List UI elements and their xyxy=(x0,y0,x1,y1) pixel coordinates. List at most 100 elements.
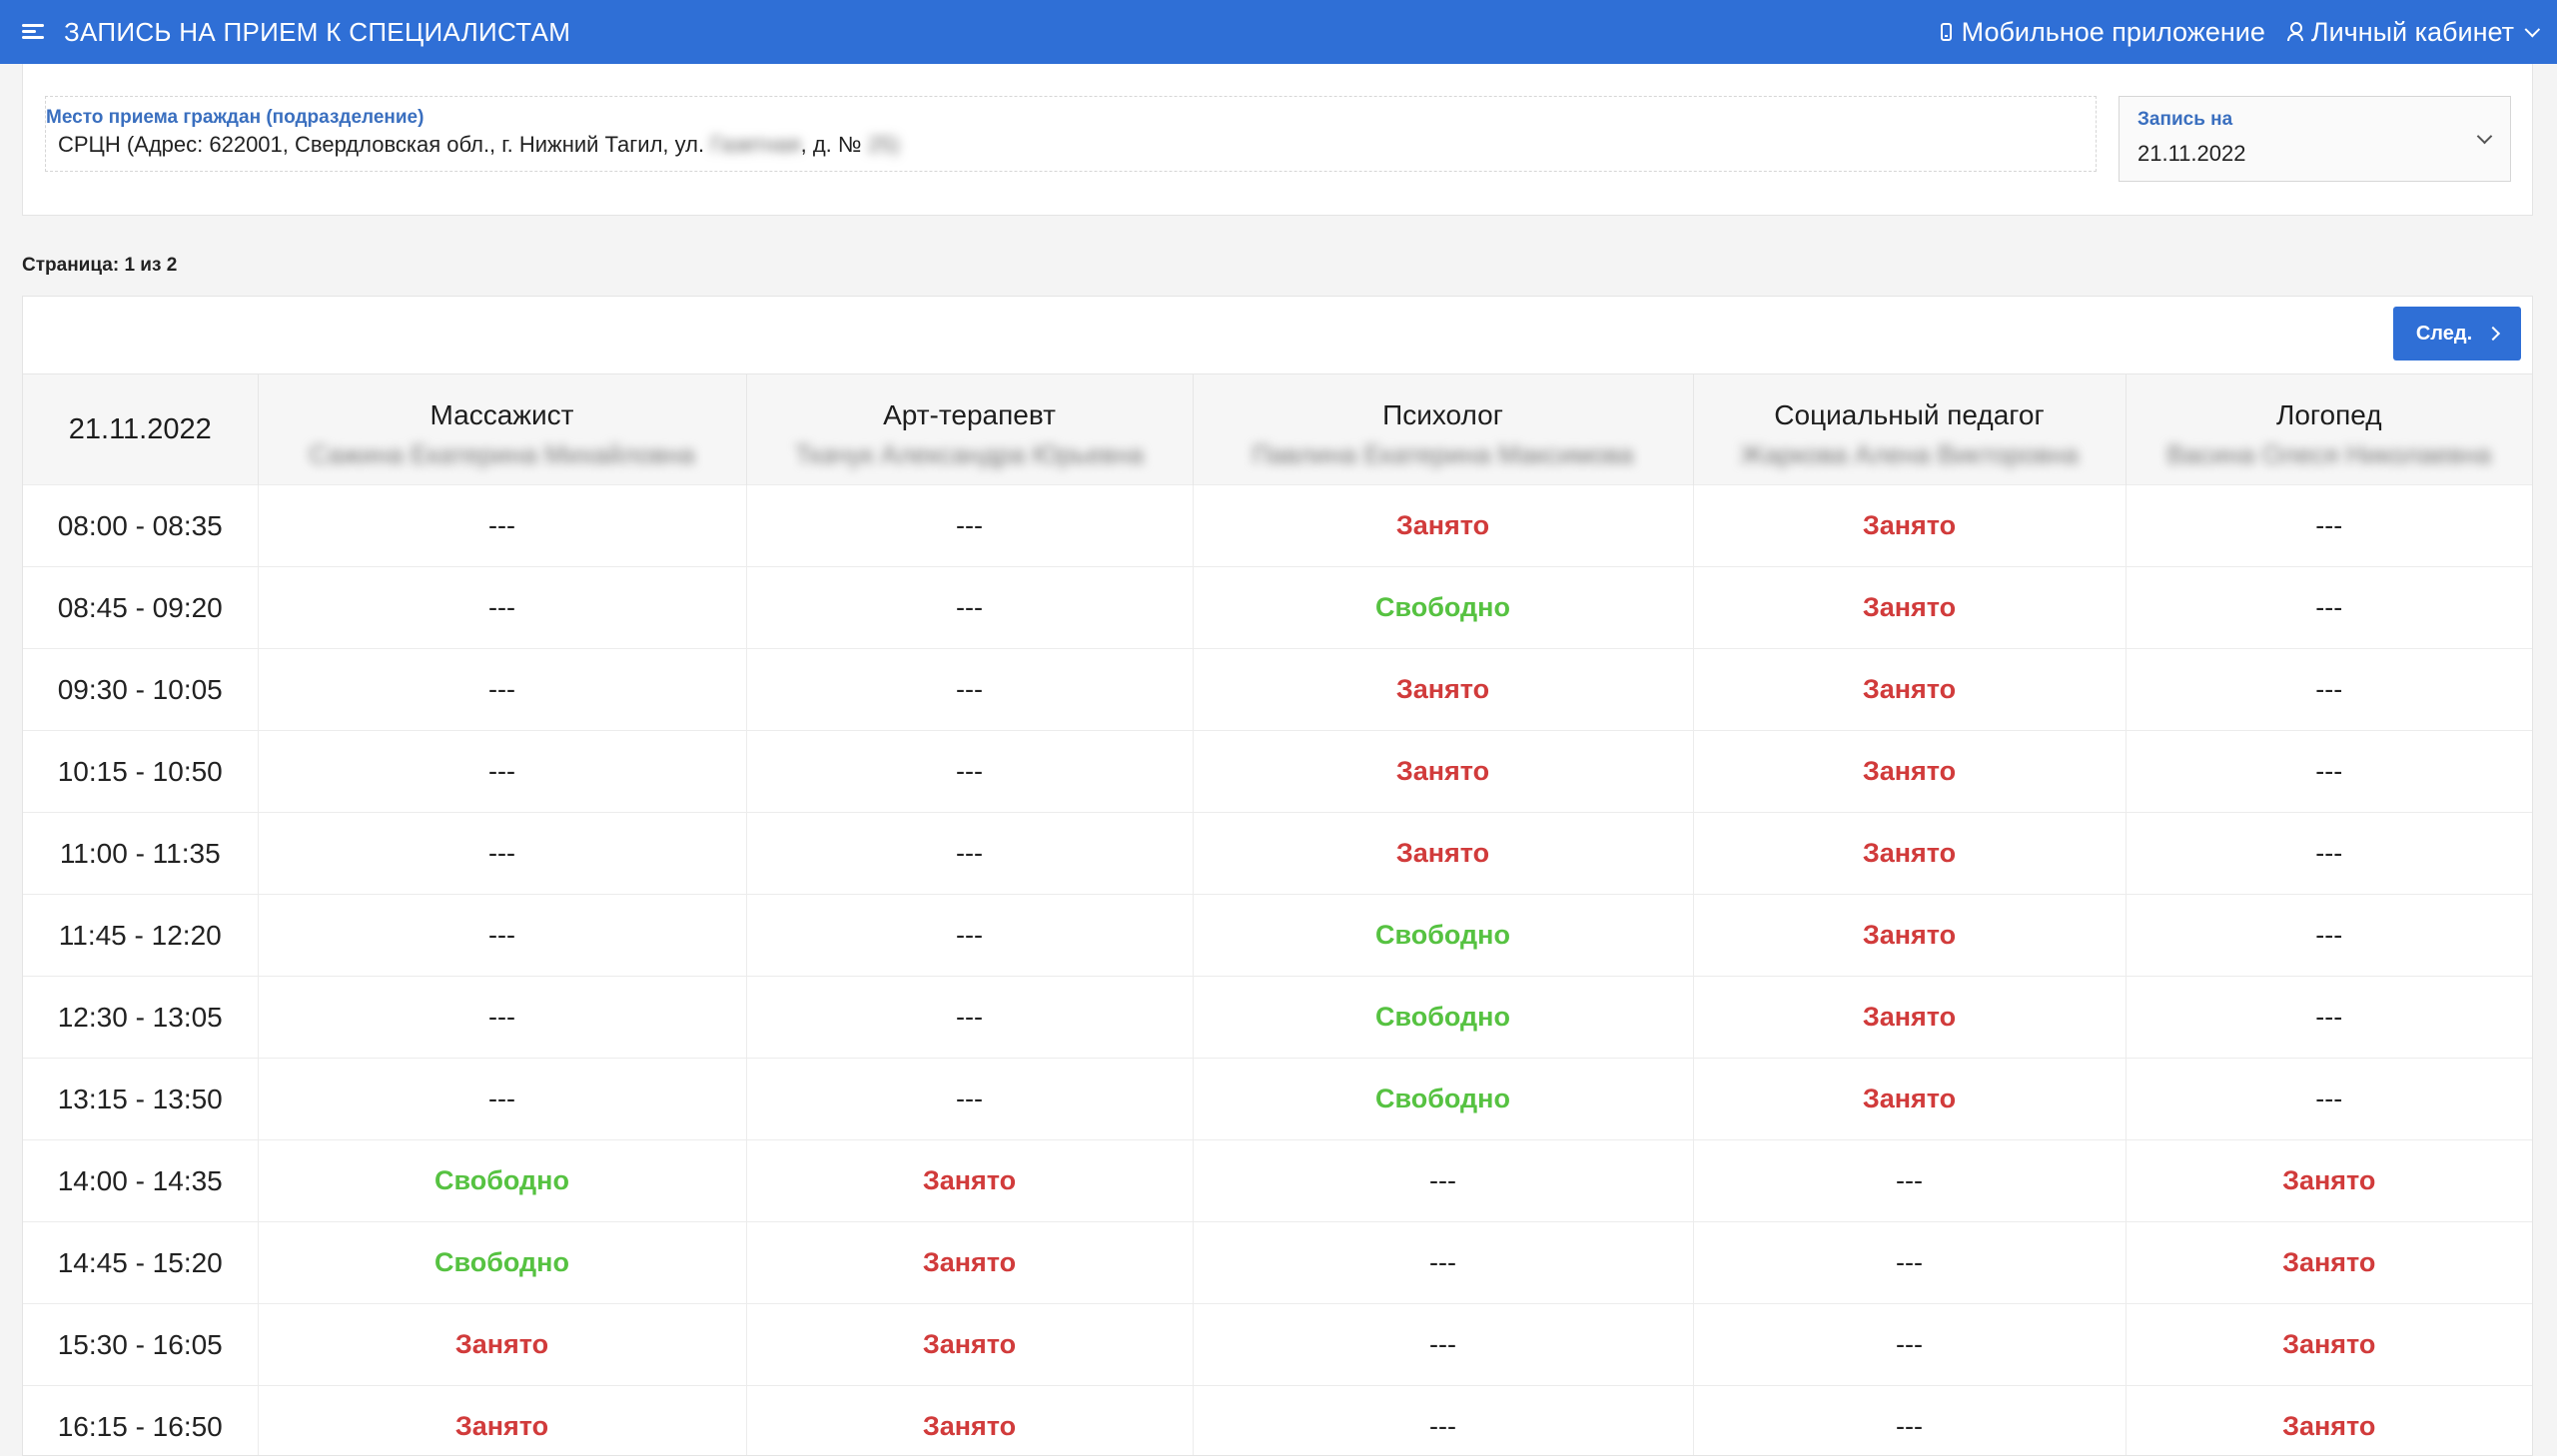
specialist-name-blurred: Сажина Екатерина Михайловна xyxy=(309,438,695,469)
slot-free[interactable]: Свободно xyxy=(1193,894,1694,977)
slot-busy[interactable]: Занято xyxy=(1693,730,2127,813)
table-row: 08:00 - 08:35 --- --- Занято Занято --- xyxy=(23,484,2532,567)
next-page-label: След. xyxy=(2415,322,2473,345)
place-number-blurred: 25) xyxy=(867,132,900,157)
slot-busy[interactable]: Занято xyxy=(1193,730,1694,813)
account-menu[interactable]: Личный кабинет xyxy=(2286,16,2541,48)
slot-busy[interactable]: Занято xyxy=(746,1385,1194,1455)
slot-busy[interactable]: Занято xyxy=(746,1303,1194,1386)
specialist-name-blurred: Васина Олеся Николаевна xyxy=(2166,438,2492,469)
slot-empty: --- xyxy=(1693,1221,2127,1304)
slot-busy[interactable]: Занято xyxy=(1193,484,1694,567)
slot-empty: --- xyxy=(2126,812,2532,895)
slot-busy[interactable]: Занято xyxy=(2126,1303,2532,1386)
slot-empty: --- xyxy=(2126,894,2532,977)
top-nav: Мобильное приложение Личный кабинет xyxy=(1940,16,2541,48)
slot-empty: --- xyxy=(258,484,747,567)
slot-busy[interactable]: Занято xyxy=(1693,812,2127,895)
table-row: 09:30 - 10:05 --- --- Занято Занято --- xyxy=(23,648,2532,731)
place-select[interactable]: Место приема граждан (подразделение) СРЦ… xyxy=(45,96,2097,172)
time-slot-cell: 10:15 - 10:50 xyxy=(23,730,259,813)
slot-busy[interactable]: Занято xyxy=(1693,976,2127,1059)
specialist-role: Логопед xyxy=(2275,398,2382,430)
time-slot-cell: 11:00 - 11:35 xyxy=(23,812,259,895)
slot-busy[interactable]: Занято xyxy=(746,1221,1194,1304)
next-page-button[interactable]: След. xyxy=(2393,307,2521,361)
slot-busy[interactable]: Занято xyxy=(2126,1139,2532,1222)
slot-busy[interactable]: Занято xyxy=(1693,566,2127,649)
slot-empty: --- xyxy=(746,812,1194,895)
table-row: 12:30 - 13:05 --- --- Свободно Занято --- xyxy=(23,976,2532,1059)
table-row: 08:45 - 09:20 --- --- Свободно Занято --- xyxy=(23,566,2532,649)
slot-busy[interactable]: Занято xyxy=(1693,648,2127,731)
slot-free[interactable]: Свободно xyxy=(258,1221,747,1304)
slot-empty: --- xyxy=(1193,1139,1694,1222)
time-slot-cell: 13:15 - 13:50 xyxy=(23,1058,259,1140)
header-date-cell: 21.11.2022 xyxy=(23,373,259,485)
slot-busy[interactable]: Занято xyxy=(1693,1058,2127,1140)
time-slot-cell: 09:30 - 10:05 xyxy=(23,648,259,731)
filter-panel: Место приема граждан (подразделение) СРЦ… xyxy=(22,64,2533,216)
table-row: 14:45 - 15:20 Свободно Занято --- --- Занято xyxy=(23,1221,2532,1304)
slot-busy[interactable]: Занято xyxy=(1193,648,1694,731)
header-date: 21.11.2022 xyxy=(68,412,212,445)
table-row: 14:00 - 14:35 Свободно Занято --- --- Занято xyxy=(23,1139,2532,1222)
chevron-down-icon xyxy=(2476,128,2493,145)
slot-busy[interactable]: Занято xyxy=(746,1139,1194,1222)
schedule-card: След. 21.11.2022 Массажист Сажина Екатери… xyxy=(22,296,2533,1456)
specialist-role: Массажист xyxy=(429,398,574,430)
place-value-prefix: СРЦН (Адрес: 622001, Свердловская обл., … xyxy=(58,132,705,157)
table-row: 13:15 - 13:50 --- --- Свободно Занято --- xyxy=(23,1058,2532,1140)
header-specialist: Массажист Сажина Екатерина Михайловна xyxy=(258,373,747,485)
mobile-app-link[interactable]: Мобильное приложение xyxy=(1940,17,2265,48)
app-title: ЗАПИСЬ НА ПРИЕМ К СПЕЦИАЛИСТАМ xyxy=(64,16,571,47)
slot-empty: --- xyxy=(2126,976,2532,1059)
slot-empty: --- xyxy=(2126,1058,2532,1140)
page-info: Страница: 1 из 2 xyxy=(22,255,178,276)
slot-empty: --- xyxy=(1693,1385,2127,1455)
slot-empty: --- xyxy=(258,894,747,977)
slot-empty: --- xyxy=(258,812,747,895)
date-select[interactable]: Запись на 21.11.2022 xyxy=(2119,96,2511,182)
slot-empty: --- xyxy=(1693,1139,2127,1222)
slot-busy[interactable]: Занято xyxy=(258,1303,747,1386)
chevron-down-icon xyxy=(2524,21,2541,37)
time-slot-cell: 12:30 - 13:05 xyxy=(23,976,259,1059)
table-row: 15:30 - 16:05 Занято Занято --- --- Занято xyxy=(23,1303,2532,1386)
slot-empty: --- xyxy=(2126,730,2532,813)
slot-busy[interactable]: Занято xyxy=(1193,812,1694,895)
slot-empty: --- xyxy=(2126,648,2532,731)
slot-free[interactable]: Свободно xyxy=(1193,1058,1694,1140)
slot-busy[interactable]: Занято xyxy=(2126,1221,2532,1304)
date-label: Запись на xyxy=(2137,109,2233,130)
hamburger-menu-icon[interactable] xyxy=(22,24,44,40)
slot-busy[interactable]: Занято xyxy=(1693,484,2127,567)
slot-empty: --- xyxy=(1193,1303,1694,1386)
table-row: 11:00 - 11:35 --- --- Занято Занято --- xyxy=(23,812,2532,895)
slot-empty: --- xyxy=(746,484,1194,567)
slot-free[interactable]: Свободно xyxy=(1193,566,1694,649)
time-slot-cell: 08:45 - 09:20 xyxy=(23,566,259,649)
slot-free[interactable]: Свободно xyxy=(258,1139,747,1222)
slot-empty: --- xyxy=(746,1058,1194,1140)
time-slot-cell: 14:45 - 15:20 xyxy=(23,1221,259,1304)
specialist-role: Психолог xyxy=(1382,398,1503,430)
time-slot-cell: 11:45 - 12:20 xyxy=(23,894,259,977)
slot-empty: --- xyxy=(1693,1303,2127,1386)
header-specialist: Логопед Васина Олеся Николаевна xyxy=(2126,373,2532,485)
place-label: Место приема граждан (подразделение) xyxy=(46,107,425,128)
slot-free[interactable]: Свободно xyxy=(1193,976,1694,1059)
place-value: СРЦН (Адрес: 622001, Свердловская обл., … xyxy=(58,132,899,158)
header-specialist: Арт-терапевт Ткачук Александра Юрьевна xyxy=(746,373,1194,485)
table-row: 11:45 - 12:20 --- --- Свободно Занято --- xyxy=(23,894,2532,977)
slot-busy[interactable]: Занято xyxy=(2126,1385,2532,1455)
time-slot-cell: 16:15 - 16:50 xyxy=(23,1385,259,1455)
slot-empty: --- xyxy=(258,976,747,1059)
time-slot-cell: 15:30 - 16:05 xyxy=(23,1303,259,1386)
account-label: Личный кабинет xyxy=(2310,16,2514,47)
date-value: 21.11.2022 xyxy=(2137,141,2246,166)
slot-busy[interactable]: Занято xyxy=(258,1385,747,1455)
slot-busy[interactable]: Занято xyxy=(1693,894,2127,977)
slot-empty: --- xyxy=(746,894,1194,977)
header-specialist: Психолог Павлина Екатерина Максимова xyxy=(1193,373,1694,485)
